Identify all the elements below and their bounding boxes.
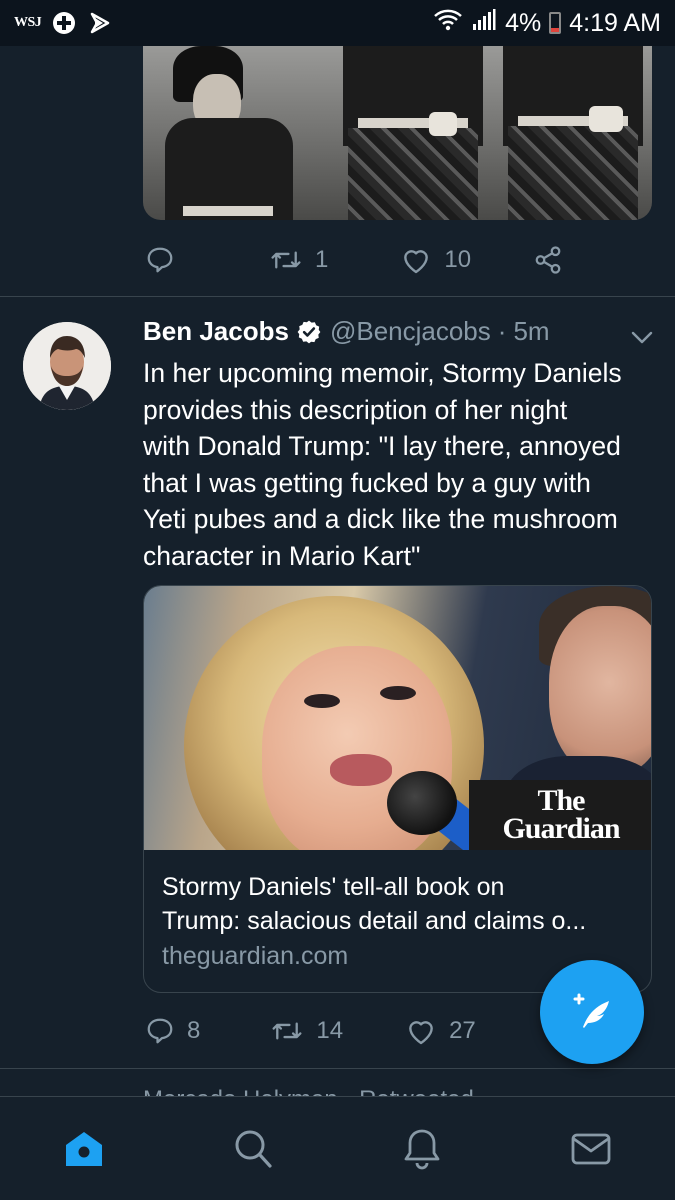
tweet-menu-button[interactable] <box>630 330 654 351</box>
previous-tweet-photo[interactable] <box>143 46 652 220</box>
tweet-text-line: In her upcoming memoir, Stormy Daniels <box>143 358 622 388</box>
link-card-image: The Guardian <box>144 586 651 850</box>
tweet-text-line: provides this description of her night <box>143 394 568 425</box>
tweet-text-line: with Donald Trump: "I lay there, annoyed <box>143 431 621 461</box>
tweet-timestamp: 5m <box>513 316 550 346</box>
reply-icon <box>147 247 173 273</box>
avatar[interactable] <box>23 322 111 410</box>
tweet-text-line: Yeti pubes and a dick like the mushroom <box>143 504 618 534</box>
like-count: 27 <box>449 1017 476 1044</box>
photo-detail <box>589 106 623 132</box>
like-count: 10 <box>444 246 472 273</box>
photo-detail <box>348 128 478 220</box>
retweet-button[interactable]: 14 <box>270 1016 343 1046</box>
display-name[interactable]: Ben Jacobs <box>143 316 289 347</box>
link-card-title-line: Stormy Daniels' tell-all book on <box>162 873 505 901</box>
heart-icon <box>404 250 429 274</box>
messages-icon <box>571 1133 611 1164</box>
like-button[interactable]: 10 <box>400 245 471 275</box>
photo-detail <box>165 118 293 220</box>
tweet-header: Ben Jacobs @Bencjacobs · 5m <box>143 316 550 347</box>
tweet-text-line: character in Mario Kart" <box>143 540 421 571</box>
wifi-icon <box>433 8 463 39</box>
tweet-text-line: that I was getting fucked by a guy with <box>143 467 591 498</box>
nav-home[interactable] <box>24 1097 144 1200</box>
signal-icon <box>471 8 497 39</box>
home-icon <box>66 1131 103 1166</box>
photo-detail <box>380 686 416 700</box>
search-icon <box>235 1130 272 1168</box>
reply-button[interactable]: 8 <box>145 1016 200 1046</box>
photo-detail <box>183 206 273 216</box>
battery-percent: 4% <box>505 8 542 37</box>
reply-icon <box>147 1018 173 1044</box>
profile-photo <box>23 322 111 410</box>
chevron-down-icon <box>631 331 653 344</box>
medical-cross-icon <box>51 10 77 36</box>
nav-messages[interactable] <box>531 1097 651 1200</box>
retweet-count: 1 <box>315 246 329 273</box>
photo-detail <box>387 771 457 835</box>
photo-detail <box>549 606 651 776</box>
link-card-title: Stormy Daniels' tell-all book on Trump: … <box>162 870 635 938</box>
link-card-title-line: Trump: salacious detail and claims o... <box>162 907 587 935</box>
bottom-navigation <box>0 1096 675 1200</box>
photo-detail <box>508 126 638 220</box>
nav-notifications[interactable] <box>362 1097 482 1200</box>
notifications-icon <box>404 1129 440 1169</box>
status-bar-left: WSJ <box>14 10 113 36</box>
share-button[interactable] <box>533 245 563 275</box>
retweet-icon <box>271 251 301 269</box>
user-handle[interactable]: @Bencjacobs <box>330 316 491 347</box>
heart-icon <box>409 1021 433 1045</box>
separator-dot: · <box>497 316 507 346</box>
retweet-icon <box>272 1022 302 1040</box>
logo-text: The <box>537 784 585 818</box>
status-bar: WSJ 4% 4:19 AM <box>0 0 675 46</box>
guardian-logo: The Guardian <box>469 780 651 850</box>
wsj-app-icon: WSJ <box>14 15 42 30</box>
logo-text: Guardian <box>502 812 620 845</box>
retweet-button[interactable]: 1 <box>269 245 328 275</box>
photo-detail <box>330 754 392 786</box>
reply-count: 8 <box>187 1017 201 1044</box>
clock-time: 4:19 AM <box>569 8 661 37</box>
retweet-count: 14 <box>316 1017 344 1044</box>
battery-icon <box>549 12 562 34</box>
reply-button[interactable] <box>145 245 175 275</box>
flag-icon <box>87 10 113 36</box>
photo-detail <box>304 694 340 708</box>
tweet-actions: 1 10 <box>143 240 643 280</box>
link-card-body: Stormy Daniels' tell-all book on Trump: … <box>144 850 651 971</box>
compose-feather-icon <box>573 993 609 1028</box>
link-card[interactable]: The Guardian Stormy Daniels' tell-all bo… <box>143 585 652 993</box>
tweet-divider <box>0 296 675 297</box>
verified-badge-icon <box>296 319 322 345</box>
compose-tweet-button[interactable] <box>540 960 644 1064</box>
photo-detail <box>429 112 457 136</box>
like-button[interactable]: 27 <box>405 1016 476 1046</box>
nav-search[interactable] <box>193 1097 313 1200</box>
status-bar-right: 4% 4:19 AM <box>433 8 661 39</box>
tweet-divider <box>0 1068 675 1069</box>
share-icon <box>535 246 561 274</box>
tweet-text: In her upcoming memoir, Stormy Daniels p… <box>143 355 658 574</box>
